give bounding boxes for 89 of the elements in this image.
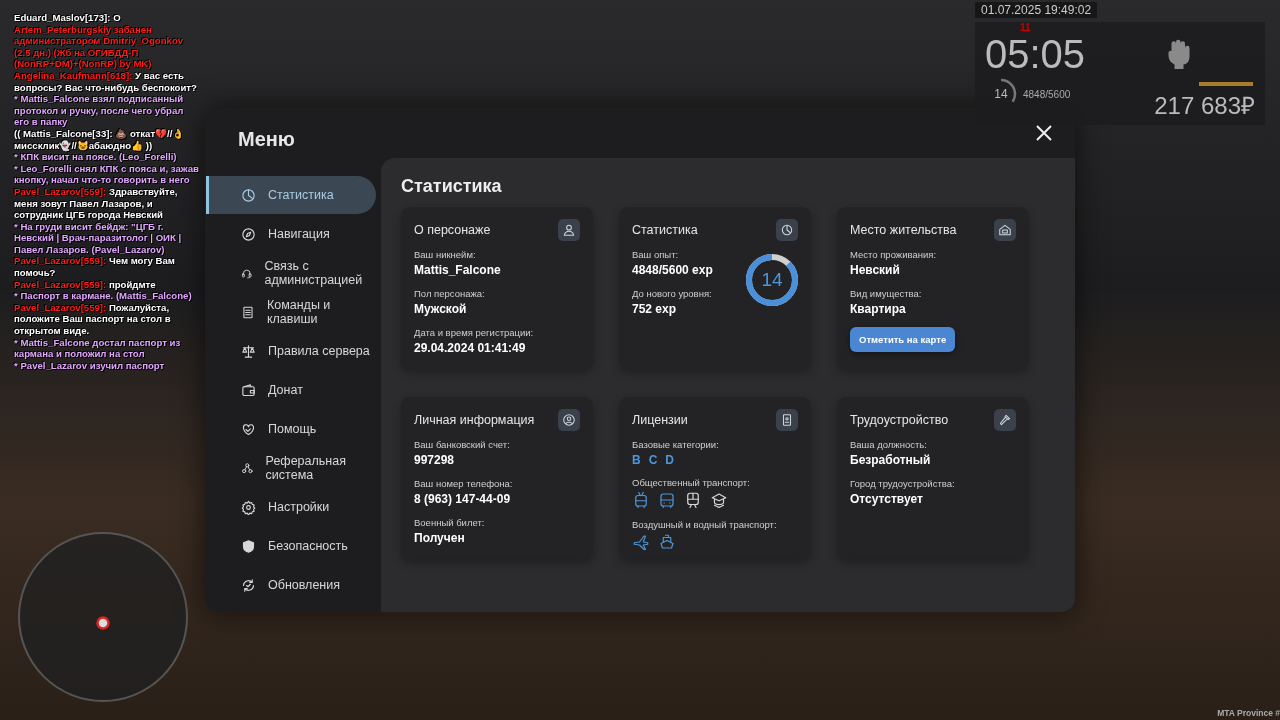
chat-message: * На груди висит бейдж: "ЦГБ г. Невский | Врач-паразитолог | ОИК | Павел Лазаров. (Pavel_Lazarov): [14, 220, 183, 256]
heart-icon: [241, 421, 256, 437]
chat-message: (( Mattis_Falcone[33]: 💩 откат💔//👌миссклик👻//😺абаюдно👍 )): [14, 127, 186, 152]
chat-message: * Паспорт в кармане. (Mattis_Falcone): [14, 290, 193, 302]
sidebar-item[interactable]: Настройки: [206, 488, 376, 526]
license-category: C: [648, 453, 658, 467]
experience-text: 4848/5600: [1023, 88, 1071, 100]
chat-message: Pavel_Lazarov[559]: пройдмте: [14, 278, 157, 291]
field-value: Мужской: [414, 302, 468, 316]
close-button[interactable]: [1035, 124, 1053, 142]
sidebar-item[interactable]: Команды и клавиши: [206, 293, 376, 331]
status-bar: [1199, 82, 1253, 86]
field-value: Невский: [850, 263, 901, 277]
money-amount: 217 683₽: [1154, 91, 1255, 121]
card-title: Лицензии: [632, 413, 688, 427]
server-label: MTA Province #: [1217, 708, 1280, 718]
chat-message: * Leo_Forelli снял КПК с пояса и, зажав кнопку, начал что-то говорить в него: [14, 162, 200, 186]
chat-message: Pavel_Lazarov[559]: Чем могу Вам помочь?: [14, 255, 176, 279]
field-value: 29.04.2024 01:41:49: [414, 341, 527, 355]
sidebar-item[interactable]: Статистика: [206, 176, 376, 214]
sidebar-item[interactable]: Навигация: [206, 215, 376, 253]
field-label: Ваш опыт:: [632, 249, 680, 260]
field-label: Воздушный и водный транспорт:: [632, 519, 778, 530]
level-ring: 14: [745, 253, 799, 307]
sidebar-item[interactable]: Правила сервера: [206, 332, 376, 370]
section-heading: Статистика: [401, 176, 503, 197]
game-clock: 05:05: [985, 34, 1086, 74]
chat-message: Pavel_Lazarov[559]: Здравствуйте, меня зовут Павел Лазаров, и сотрудник ЦГБ города Невский: [14, 185, 179, 221]
card-title: Личная информация: [414, 413, 535, 427]
id-card-icon: [776, 409, 798, 431]
chat-message: Pavel_Lazarov[559]: Пожалуйста, положите Ваш паспорт на стол в открытом виде.: [14, 301, 172, 337]
settings-icon: [241, 499, 256, 515]
field-label: Город трудоустройства:: [850, 478, 956, 489]
field-value: Получен: [414, 531, 466, 545]
field-label: Ваш номер телефона:: [414, 478, 514, 489]
chat-message: Eduard_Maslov[173]: О: [14, 12, 122, 24]
sidebar-item[interactable]: Обновления: [206, 566, 376, 604]
field-value: 4848/5600 exp: [632, 263, 714, 277]
chat-message: * Mattis_Falcone взял подписанный протокол и ручку, после чего убрал его в папку: [14, 93, 185, 128]
wallet-icon: [241, 382, 256, 398]
field-label: Ваша должность:: [850, 439, 928, 450]
scales-icon: [241, 343, 256, 359]
field-value: 997298: [414, 453, 456, 467]
sidebar-item[interactable]: Связь с администрацией: [206, 254, 376, 292]
field-label: Базовые категории:: [632, 439, 720, 450]
field-value: 752 exp: [632, 302, 678, 316]
chat-message: * Mattis_Falcone достал паспорт из кармана и положил на стол: [14, 336, 182, 360]
sidebar-item[interactable]: Реферальная система: [206, 449, 376, 487]
field-value: 8 (963) 147-44-09: [414, 492, 512, 506]
chat-message: Artem_Peterburgskiy забанен администратором Dmitriy_Ogonkov (2.5 дн.) (Жб на ОГИБДД-П (NonRP+DM)+(NonRP) by MK): [14, 23, 185, 70]
marker-icon: [96, 616, 110, 630]
refresh-icon: [241, 577, 256, 593]
field-label: Ваш никнейм:: [414, 249, 477, 260]
field-label: Ваш банковский счет:: [414, 439, 511, 450]
field-value: Отсутствует: [850, 492, 924, 506]
field-label: Общественный транспорт:: [632, 477, 751, 488]
pie-chart-icon: [241, 187, 256, 203]
license-category: D: [665, 453, 674, 467]
clock-marker: 11: [1020, 22, 1032, 34]
map-button[interactable]: Отметить на карте: [850, 327, 956, 352]
field-value: Безработный: [850, 453, 932, 467]
field-label: Военный билет:: [414, 517, 486, 528]
field-label: До нового уровня:: [632, 288, 713, 299]
house-icon: [994, 219, 1016, 241]
document-icon: [241, 304, 255, 320]
chat-message: * КПК висит на поясе. (Leo_Forelli): [14, 151, 178, 163]
sidebar-item[interactable]: Помощь: [206, 410, 376, 448]
chat-message: Angelina_Kaufmann[618]: У вас есть вопросы? Вас что-нибудь беспокоит?: [14, 69, 198, 94]
card-title: Статистика: [632, 223, 698, 237]
field-label: Вид имущества:: [850, 288, 923, 299]
field-label: Пол персонажа:: [414, 288, 486, 299]
chat-message: * Pavel_Lazarov изучил паспорт: [14, 359, 166, 372]
license-category: B: [632, 453, 641, 467]
menu-title: Меню: [238, 128, 296, 152]
card-title: О персонаже: [414, 223, 491, 237]
date-time: 01.07.2025 19:49:02: [975, 2, 1098, 18]
field-value: Квартира: [850, 302, 907, 316]
user-icon: [558, 219, 580, 241]
compass-icon: [241, 226, 256, 242]
sidebar-item[interactable]: Донат: [206, 371, 376, 409]
field-label: Место проживания:: [850, 249, 938, 260]
field-value: Mattis_Falcone: [414, 263, 502, 277]
shield-icon: [241, 538, 256, 554]
card-title: Трудоустройство: [850, 413, 949, 427]
pie-chart-icon: [776, 219, 798, 241]
field-label: Дата и время регистрации:: [414, 327, 535, 338]
network-icon: [241, 460, 254, 476]
sidebar-item[interactable]: Безопасность: [206, 527, 376, 565]
card-title: Место жительства: [850, 223, 957, 237]
